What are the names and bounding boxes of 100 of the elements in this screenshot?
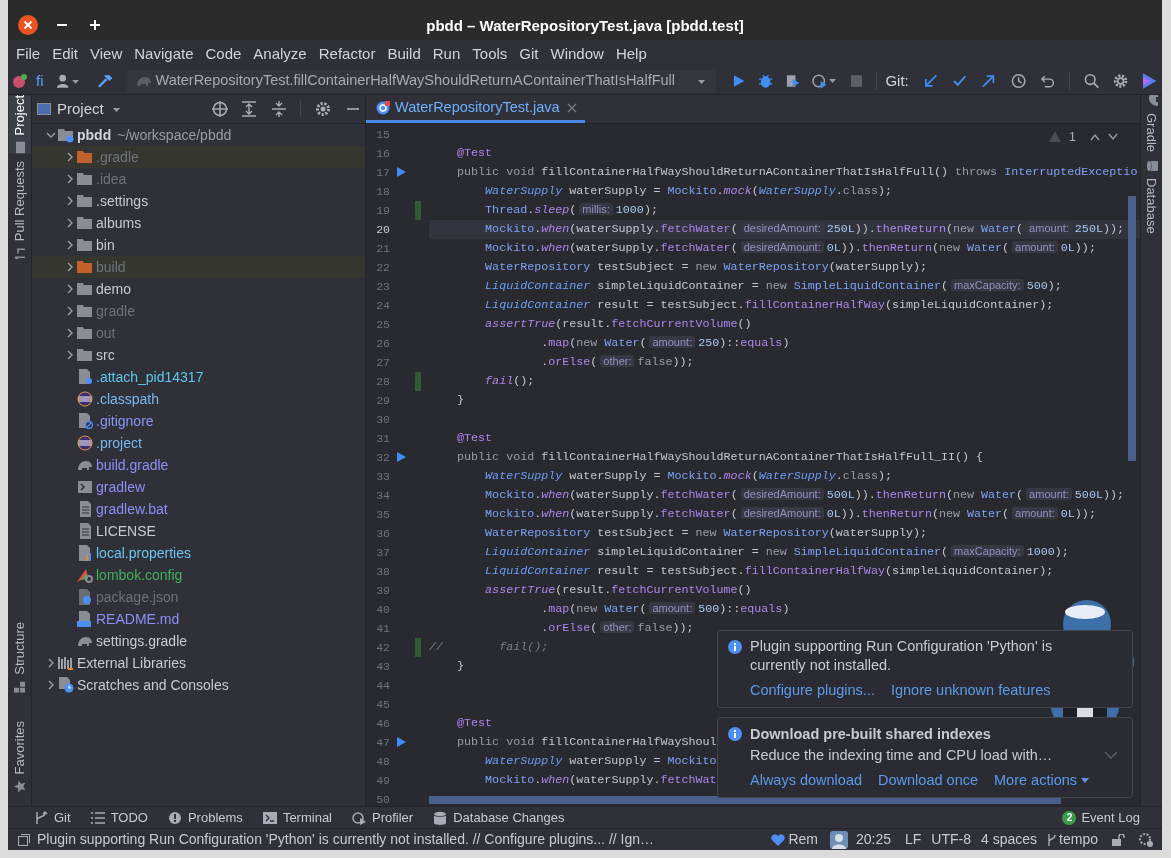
tree-item-label[interactable]: settings.gradle — [96, 630, 188, 652]
menu-item[interactable]: Git — [519, 42, 539, 66]
menu-item[interactable]: Help — [615, 42, 647, 66]
tree-item-label[interactable]: External Libraries — [77, 652, 186, 674]
tree-item-label[interactable]: gradlew — [96, 476, 146, 498]
problems-count[interactable]: 1 — [1068, 127, 1076, 147]
tool-window-tab[interactable]: Gradle — [1140, 95, 1163, 153]
status-item[interactable]: 4 spaces — [981, 829, 1038, 850]
run-icon[interactable] — [732, 74, 746, 88]
commit-icon[interactable] — [952, 73, 968, 89]
tool-window-button[interactable]: Git — [34, 807, 71, 828]
search-icon[interactable] — [1084, 73, 1100, 89]
menu-item[interactable]: Run — [432, 42, 461, 66]
notification-action-link[interactable]: Configure plugins... — [750, 680, 875, 702]
info-icon — [728, 640, 742, 654]
change-marker[interactable] — [415, 372, 421, 391]
change-marker[interactable] — [415, 201, 421, 220]
collapse-all-icon[interactable] — [272, 101, 286, 117]
tree-item-label[interactable]: lombok.config — [96, 564, 183, 586]
menu-item[interactable]: Refactor — [318, 42, 376, 66]
menu-item[interactable]: Build — [387, 42, 421, 66]
tree-item-label[interactable]: LICENSE — [96, 520, 156, 542]
status-item[interactable]: UTF-8 — [931, 829, 972, 850]
module-icon[interactable] — [12, 73, 28, 89]
tree-item-label[interactable]: albums — [96, 212, 142, 234]
menu-item[interactable]: Tools — [472, 42, 508, 66]
run-configuration-dropdown[interactable]: WaterRepositoryTest.fillContainerHalfWayShouldReturnAContainerThatIsHalfFull — [125, 69, 717, 93]
status-item[interactable]: 20:25 — [855, 829, 891, 850]
tree-item-label[interactable]: bin — [96, 234, 115, 256]
settings-icon[interactable] — [315, 101, 331, 117]
expand-all-icon[interactable] — [242, 101, 256, 117]
tool-window-tab[interactable]: Database — [1140, 160, 1163, 234]
panel-title[interactable]: Project — [57, 97, 104, 121]
run-icon[interactable] — [397, 452, 406, 462]
notification-action-link[interactable]: Always download — [750, 770, 863, 792]
status-item[interactable]: Rem — [788, 829, 818, 850]
tree-item-label[interactable]: local.properties — [96, 542, 191, 564]
tool-window-tab[interactable]: Project — [8, 95, 31, 154]
tree-item-label[interactable]: pbdd — [77, 124, 112, 146]
tree-item-label[interactable]: .gitignore — [96, 410, 154, 432]
settings-icon[interactable] — [1113, 73, 1129, 89]
user-icon[interactable] — [55, 73, 81, 89]
tree-item-label[interactable]: demo — [96, 278, 132, 300]
menu-item[interactable]: Edit — [52, 42, 79, 66]
tree-item-label[interactable]: Scratches and Consoles — [77, 674, 229, 696]
lock-icon[interactable] — [1112, 833, 1126, 846]
update-icon[interactable] — [922, 73, 938, 89]
menu-item[interactable]: File — [16, 42, 41, 66]
tree-item-label[interactable]: src — [96, 344, 115, 366]
tool-window-button[interactable]: Problems — [167, 807, 243, 828]
tool-window-button[interactable]: Terminal — [262, 807, 332, 828]
run-icon[interactable] — [397, 167, 406, 177]
menu-item[interactable]: Navigate — [134, 42, 194, 66]
debug-icon[interactable] — [757, 73, 773, 89]
status-item[interactable]: LF — [905, 829, 922, 850]
line-number: 21 — [375, 240, 390, 257]
menu-item[interactable]: Analyze — [253, 42, 307, 66]
coverage-icon[interactable] — [784, 73, 801, 89]
maximize-icon[interactable] — [90, 20, 100, 30]
up-chevron-icon[interactable] — [1090, 132, 1100, 141]
tree-item-label[interactable]: .project — [96, 432, 142, 454]
down-chevron-icon[interactable] — [1108, 132, 1118, 141]
tree-item-label[interactable]: README.md — [96, 608, 180, 630]
line-number: 36 — [375, 525, 390, 542]
rollback-icon[interactable] — [1039, 73, 1056, 89]
run-icon[interactable] — [397, 737, 406, 747]
panel-toggle-icon[interactable] — [18, 833, 30, 846]
menu-item[interactable]: Window — [550, 42, 604, 66]
branch-widget[interactable]: tempo — [1047, 829, 1098, 850]
tool-window-button[interactable]: Profiler — [352, 807, 414, 828]
profiler-icon[interactable] — [812, 73, 837, 89]
tree-item-label[interactable]: gradlew.bat — [96, 498, 168, 520]
inspector-icon[interactable] — [1138, 832, 1154, 847]
close-icon[interactable] — [18, 15, 38, 35]
notification-action-link[interactable]: More actions — [994, 770, 1090, 792]
menu-item[interactable]: Code — [205, 42, 242, 66]
tool-window-tab[interactable]: Structure — [8, 621, 31, 693]
tree-item-label[interactable]: build.gradle — [96, 454, 169, 476]
event-log-button[interactable]: 2 Event Log — [1062, 807, 1140, 828]
vertical-scrollbar[interactable] — [1128, 196, 1136, 461]
history-icon[interactable] — [1010, 73, 1026, 89]
hammer-icon[interactable] — [96, 73, 114, 89]
tool-window-tab[interactable]: Favorites — [8, 720, 31, 792]
tool-window-button[interactable]: TODO — [90, 807, 148, 828]
list-icon — [90, 810, 105, 825]
tree-item-label[interactable]: .attach_pid14317 — [96, 366, 204, 388]
tool-window-tab[interactable]: Pull Requests — [8, 161, 31, 260]
logo-icon[interactable] — [1142, 73, 1156, 89]
menu-item[interactable]: View — [90, 42, 123, 66]
push-icon[interactable] — [981, 73, 997, 89]
notification-action-link[interactable]: Download once — [878, 770, 978, 792]
tool-window-button[interactable]: Database Changes — [433, 807, 565, 828]
notification-action-link[interactable]: Ignore unknown features — [890, 680, 1051, 702]
library-icon — [58, 655, 74, 671]
code-line: @Test — [456, 429, 493, 447]
change-marker[interactable] — [415, 638, 421, 657]
locate-icon[interactable] — [212, 101, 228, 117]
close-tab-icon[interactable] — [566, 102, 577, 113]
tree-item-label[interactable]: .settings — [96, 190, 149, 212]
tree-item-label[interactable]: .classpath — [96, 388, 160, 410]
